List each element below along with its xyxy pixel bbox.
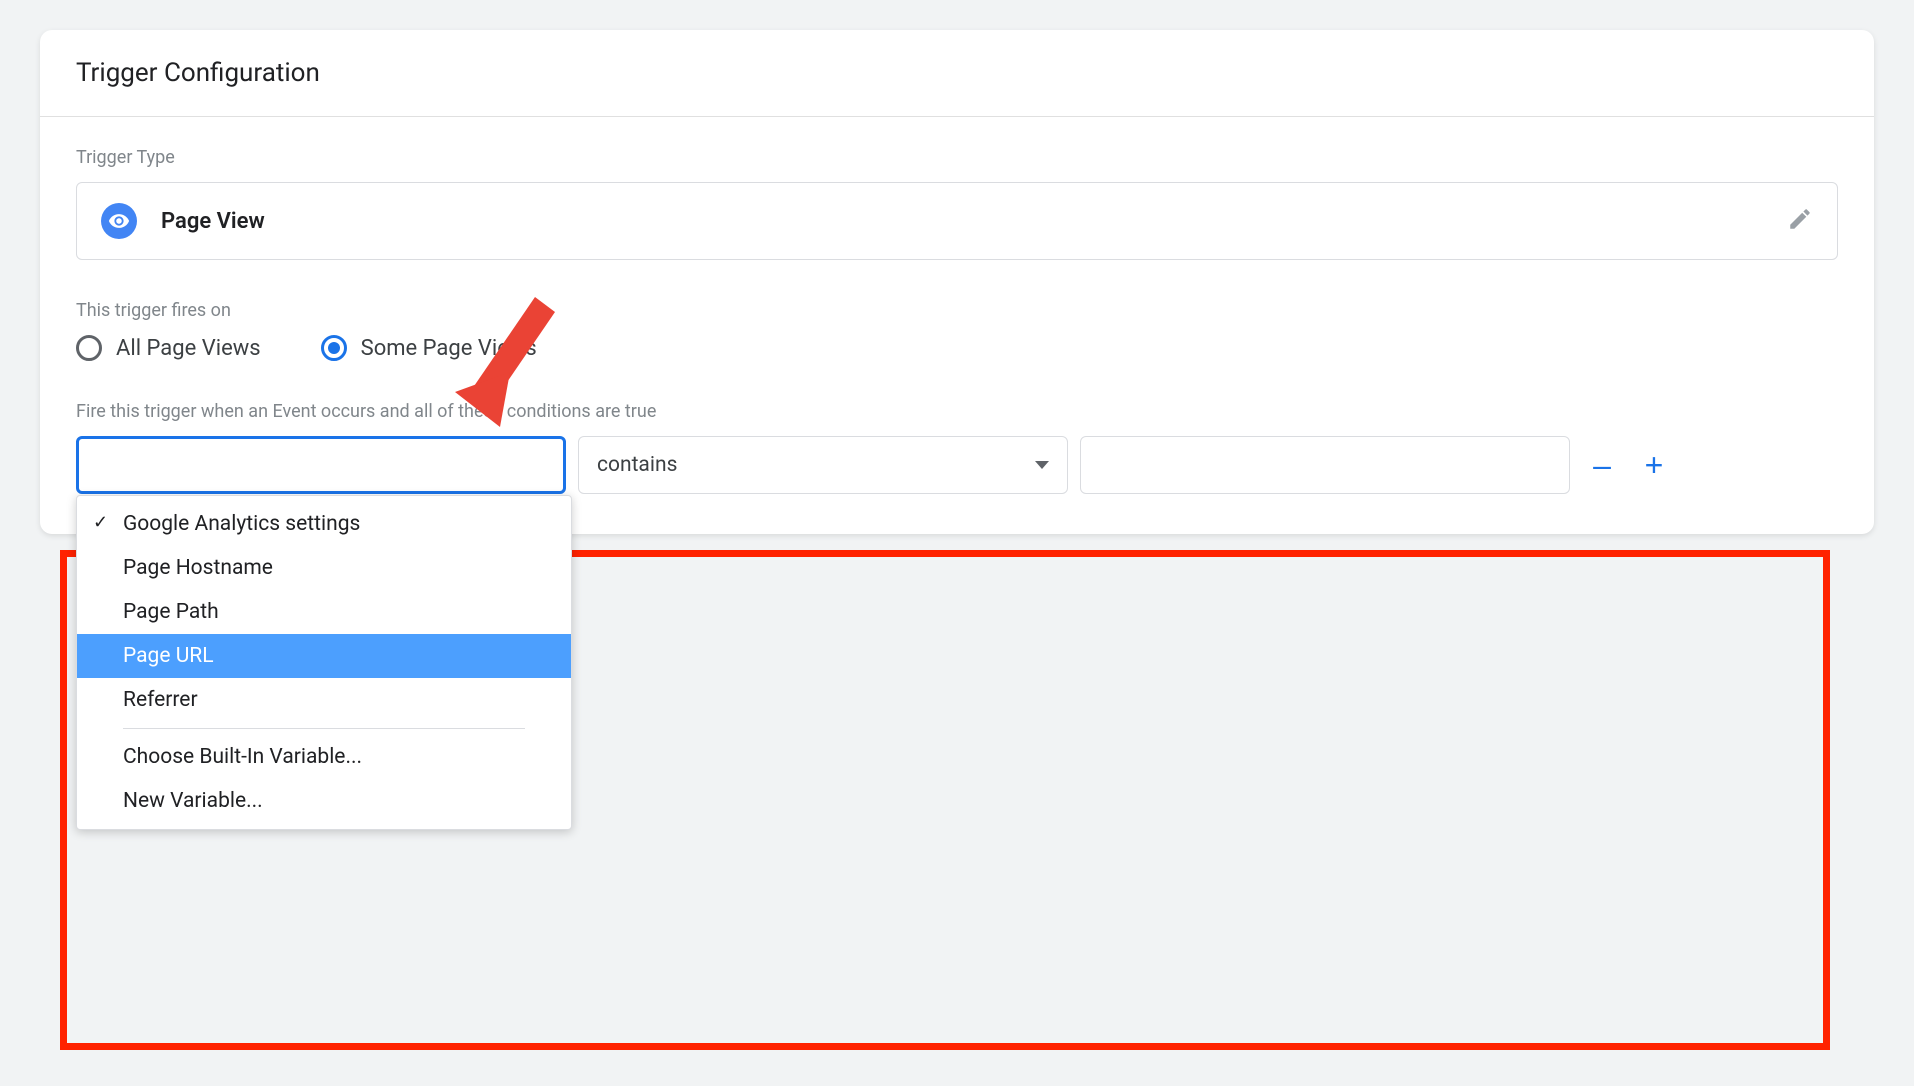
card-body: Trigger Type Page View This trigger fire… — [40, 117, 1874, 534]
trigger-type-value: Page View — [161, 209, 1763, 234]
chevron-down-icon — [1035, 461, 1049, 469]
dropdown-item-page-hostname[interactable]: Page Hostname — [77, 546, 571, 590]
radio-icon — [321, 335, 347, 361]
dropdown-item-choose-builtin[interactable]: Choose Built-In Variable... — [77, 735, 571, 779]
page-view-icon — [101, 203, 137, 239]
add-condition-button[interactable]: + — [1634, 445, 1674, 485]
conditions-label: Fire this trigger when an Event occurs a… — [76, 401, 1838, 422]
dropdown-divider — [123, 728, 525, 729]
trigger-config-card: Trigger Configuration Trigger Type Page … — [40, 30, 1874, 534]
radio-label: All Page Views — [116, 336, 261, 361]
dropdown-item-referrer[interactable]: Referrer — [77, 678, 571, 722]
edit-icon[interactable] — [1787, 206, 1813, 236]
condition-row: Google Analytics settings Page Hostname … — [76, 436, 1838, 494]
dropdown-item-ga-settings[interactable]: Google Analytics settings — [77, 502, 571, 546]
fires-on-radio-group: All Page Views Some Page Views — [76, 335, 1838, 361]
variable-dropdown-menu: Google Analytics settings Page Hostname … — [76, 495, 572, 830]
card-title: Trigger Configuration — [40, 30, 1874, 117]
annotation-arrow-icon — [440, 297, 560, 427]
dropdown-item-page-path[interactable]: Page Path — [77, 590, 571, 634]
dropdown-item-new-variable[interactable]: New Variable... — [77, 779, 571, 823]
dropdown-item-page-url[interactable]: Page URL — [77, 634, 571, 678]
operator-select[interactable]: contains — [578, 436, 1068, 494]
radio-icon — [76, 335, 102, 361]
condition-value-input[interactable] — [1080, 436, 1570, 494]
radio-all-page-views[interactable]: All Page Views — [76, 335, 261, 361]
operator-select-value: contains — [597, 453, 677, 477]
trigger-type-label: Trigger Type — [76, 147, 1838, 168]
remove-condition-button[interactable]: – — [1582, 445, 1622, 485]
fires-on-label: This trigger fires on — [76, 300, 1838, 321]
variable-select[interactable]: Google Analytics settings Page Hostname … — [76, 436, 566, 494]
trigger-type-selector[interactable]: Page View — [76, 182, 1838, 260]
